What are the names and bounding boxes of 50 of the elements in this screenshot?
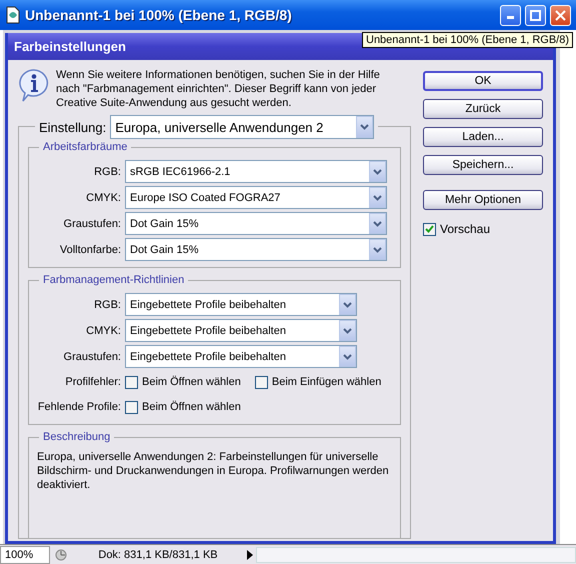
- checkbox-label: Beim Einfügen wählen: [272, 376, 382, 388]
- profile-dropdown[interactable]: Europe ISO Coated FOGRA27: [125, 186, 387, 209]
- field-label: Graustufen:: [62, 350, 121, 362]
- checkbox[interactable]: [254, 376, 268, 388]
- checkbox-label: Beim Öffnen wählen: [142, 401, 241, 413]
- check-icon: [425, 225, 434, 233]
- field-label: Volltonfarbe:: [58, 244, 121, 256]
- field-label: Graustufen:: [62, 218, 121, 230]
- preview-checkbox[interactable]: [423, 222, 436, 236]
- document-icon: [5, 6, 21, 24]
- maximize-icon: [530, 10, 541, 20]
- checkbox[interactable]: [125, 400, 138, 414]
- profile-dropdown[interactable]: Eingebettete Profile beibehalten: [125, 345, 357, 368]
- document-size-text: Dok: 831,1 KB/831,1 KB: [97, 548, 219, 560]
- minimize-button[interactable]: [500, 4, 521, 26]
- group-title: Farbmanagement-Richtlinien: [39, 274, 188, 286]
- field-label: Fehlende Profile:: [37, 401, 121, 413]
- dialog-button[interactable]: Speichern...: [423, 155, 543, 175]
- maximize-button[interactable]: [525, 4, 546, 26]
- dialog-title: Farbeinstellungen: [14, 39, 126, 54]
- profile-dropdown[interactable]: sRGB IEC61966-2.1: [125, 160, 387, 183]
- field-label: RGB:: [93, 166, 121, 178]
- close-button[interactable]: [550, 4, 571, 26]
- dialog-button[interactable]: Zurück: [423, 99, 543, 119]
- setting-dropdown[interactable]: Europa, universelle Anwendungen 2: [110, 115, 374, 139]
- field-label: Profilfehler:: [64, 376, 121, 388]
- checkbox[interactable]: [125, 376, 138, 388]
- profile-dropdown[interactable]: Dot Gain 15%: [125, 238, 387, 261]
- field-label: CMYK:: [85, 192, 121, 204]
- tooltip: Unbenannt-1 bei 100% (Ebene 1, RGB/8): [362, 32, 574, 48]
- field-label: RGB:: [93, 298, 121, 310]
- close-icon: [555, 10, 566, 20]
- zoom-field[interactable]: 100%: [0, 546, 50, 564]
- dialog-button[interactable]: Laden...: [423, 127, 543, 147]
- dialog-button[interactable]: Mehr Optionen: [423, 190, 543, 210]
- checkbox-label: Beim Öffnen wählen: [142, 376, 241, 388]
- preview-label: Vorschau: [440, 222, 490, 236]
- profile-dropdown[interactable]: Eingebettete Profile beibehalten: [125, 293, 357, 316]
- window-title: Unbenannt-1 bei 100% (Ebene 1, RGB/8): [25, 7, 293, 23]
- info-text: Wenn Sie weitere Informationen benötigen, suchen Sie in der Hilfe nach "Farbmanagement einrichten". Dieser Begriff kann von jeder Creative Suite-Anwendung aus gesucht werden.: [56, 68, 381, 110]
- profile-dropdown[interactable]: Eingebettete Profile beibehalten: [125, 319, 357, 342]
- dialog-button[interactable]: OK: [423, 71, 543, 91]
- setting-label: Einstellung:: [39, 120, 106, 134]
- info-icon: [18, 68, 50, 102]
- group-title: Beschreibung: [39, 431, 114, 443]
- group-title: Arbeitsfarbräume: [39, 141, 132, 153]
- description-text: Europa, universelle Anwendungen 2: Farbeinstellungen für universelle Bildschirm- und Druckanwendungen in Europa. Profilwarnungen werden deaktiviert.: [37, 450, 390, 493]
- horizontal-scrollbar[interactable]: [256, 546, 576, 562]
- profile-dropdown[interactable]: Dot Gain 15%: [125, 212, 387, 235]
- field-label: CMYK:: [85, 324, 121, 336]
